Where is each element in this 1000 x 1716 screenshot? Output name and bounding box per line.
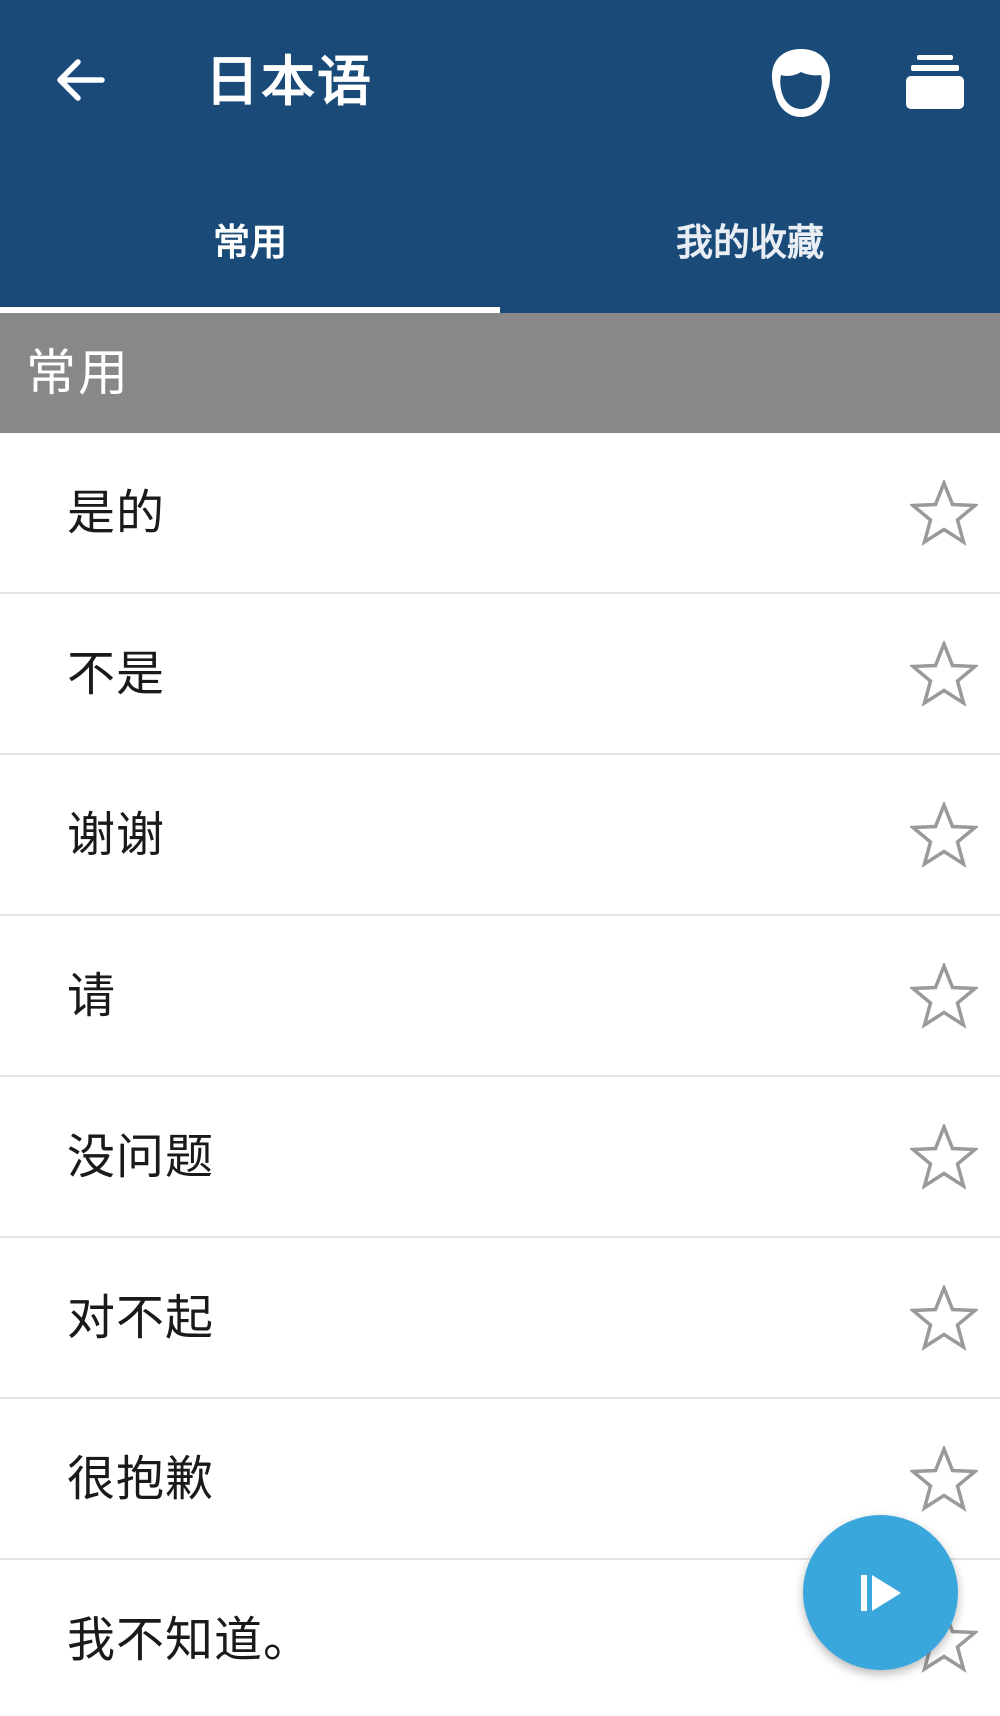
list-item[interactable]: 没问题 (0, 1077, 1000, 1238)
list-item[interactable]: 不是 (0, 594, 1000, 755)
list-item[interactable]: 对不起 (0, 1238, 1000, 1399)
flashcards-button[interactable] (900, 42, 970, 122)
favorite-button[interactable] (908, 799, 980, 871)
tab-favorites-label: 我的收藏 (676, 221, 824, 264)
phrase-label: 不是 (67, 646, 166, 702)
list-item[interactable]: 请 (0, 916, 1000, 1077)
app-bar: 日本语 常用 我的收藏 (0, 0, 1000, 313)
list-item[interactable]: 是的 (0, 433, 1000, 594)
phrase-label: 谢谢 (67, 807, 166, 863)
phrase-label: 对不起 (67, 1290, 215, 1346)
arrow-left-icon (57, 59, 105, 101)
favorite-button[interactable] (908, 1443, 980, 1515)
phrase-label: 是的 (67, 485, 166, 541)
back-button[interactable] (45, 45, 115, 115)
star-outline-icon (910, 480, 978, 546)
tab-common[interactable]: 常用 (0, 188, 500, 313)
tab-bar: 常用 我的收藏 (0, 188, 1000, 313)
list-item[interactable]: 谢谢 (0, 755, 1000, 916)
star-outline-icon (910, 802, 978, 868)
phrase-label: 很抱歉 (67, 1451, 215, 1507)
star-outline-icon (910, 1124, 978, 1190)
favorite-button[interactable] (908, 960, 980, 1032)
phrase-label: 没问题 (67, 1129, 215, 1185)
tab-common-label: 常用 (213, 221, 287, 264)
star-outline-icon (910, 1446, 978, 1512)
star-outline-icon (910, 641, 978, 707)
phrase-label: 请 (67, 968, 117, 1024)
tab-favorites[interactable]: 我的收藏 (500, 188, 1000, 313)
face-icon (772, 49, 830, 117)
voice-select-button[interactable] (762, 38, 840, 128)
favorite-button[interactable] (908, 638, 980, 710)
stack-cards-icon (906, 55, 964, 109)
page-title: 日本语 (205, 50, 373, 113)
section-header: 常用 (0, 313, 1000, 433)
phrase-label: 我不知道。 (67, 1612, 313, 1668)
favorite-button[interactable] (908, 1282, 980, 1354)
play-all-button[interactable] (803, 1515, 958, 1670)
play-icon (860, 1574, 901, 1611)
favorite-button[interactable] (908, 1121, 980, 1193)
star-outline-icon (910, 963, 978, 1029)
favorite-button[interactable] (908, 477, 980, 549)
app-screen: 日本语 常用 我的收藏 常用 是的 不是 谢谢 请 没问题 对不起 很抱歉 我不… (0, 0, 1000, 1716)
star-outline-icon (910, 1285, 978, 1351)
